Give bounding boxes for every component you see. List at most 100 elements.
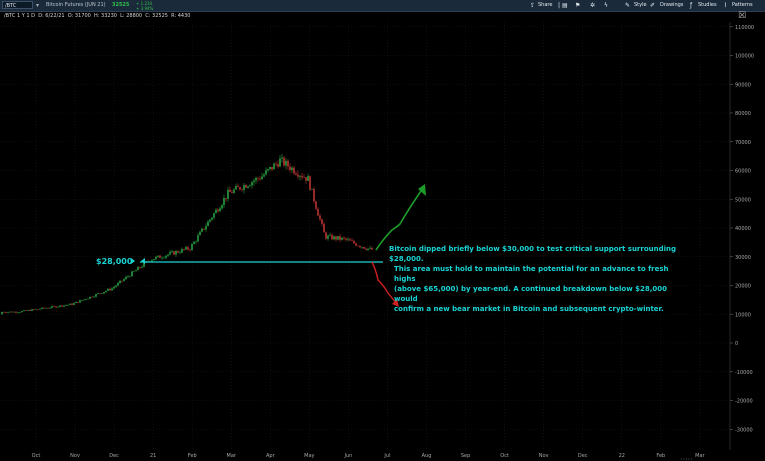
candle-body	[259, 178, 261, 180]
candle-body	[5, 312, 7, 313]
candle-body	[135, 270, 137, 272]
candle-body	[57, 306, 59, 308]
candle-body	[217, 209, 219, 212]
candle-body	[189, 249, 191, 251]
candle-body	[17, 312, 19, 314]
candle-body	[349, 239, 351, 241]
candle-body	[187, 247, 189, 250]
candle-body	[321, 219, 323, 224]
x-tick-label: Dec	[578, 453, 588, 459]
candle-body	[311, 188, 313, 190]
x-tick-label: 22	[619, 453, 625, 459]
candle-body	[299, 175, 301, 177]
x-tick-label: Apr	[266, 453, 276, 459]
candle-body	[353, 240, 355, 244]
candle-body	[13, 311, 15, 313]
candle-body	[151, 260, 153, 262]
candle-body	[287, 160, 289, 167]
candle-body	[253, 180, 255, 183]
candle-body	[233, 189, 235, 193]
candle-body	[67, 304, 69, 306]
annotation-line: (above $65,000) by year-end. A continued…	[394, 285, 668, 303]
candle-body	[223, 198, 225, 206]
candle-body	[303, 177, 305, 178]
x-tick-label: Mar	[227, 453, 237, 459]
candle-body	[333, 236, 335, 240]
candle-body	[7, 312, 9, 313]
candle-body	[267, 169, 269, 171]
candle-body	[53, 306, 55, 307]
candle-body	[177, 251, 179, 253]
candle-body	[203, 228, 205, 230]
candle-body	[27, 310, 29, 311]
candle-body	[369, 247, 371, 249]
candle-body	[207, 221, 209, 227]
candle-body	[91, 296, 93, 298]
candle-body	[265, 170, 267, 175]
candle-body	[263, 174, 265, 177]
candle-body	[85, 299, 87, 300]
candle-body	[229, 189, 231, 192]
y-tick-label: 90000	[735, 82, 751, 88]
candle-body	[175, 251, 177, 255]
candle-body	[61, 305, 63, 307]
candle-body	[269, 166, 271, 170]
x-tick-label: Oct	[32, 453, 41, 459]
candle-body	[93, 296, 95, 298]
candle-body	[1, 311, 3, 315]
candle-body	[43, 307, 45, 309]
candle-body	[291, 167, 293, 171]
candle-body	[123, 279, 125, 281]
candle-body	[285, 160, 287, 166]
candle-body	[107, 288, 109, 291]
candle-body	[133, 271, 135, 272]
candle-body	[185, 247, 187, 250]
candle-body	[111, 288, 113, 291]
x-tick-label: Dec	[109, 453, 119, 459]
candle-body	[97, 293, 99, 295]
candle-body	[9, 311, 11, 313]
candle-body	[329, 234, 331, 236]
candle-body	[95, 294, 97, 297]
candle-body	[225, 198, 227, 199]
candle-body	[73, 303, 75, 305]
candle-body	[181, 249, 183, 253]
support-level-label: $28,000	[96, 257, 133, 266]
candle-body	[241, 189, 243, 190]
candle-body	[359, 245, 361, 248]
candle-body	[307, 176, 309, 181]
candle-body	[361, 247, 363, 248]
candle-body	[255, 177, 257, 181]
candle-body	[195, 241, 197, 242]
candle-body	[167, 254, 169, 256]
candle-body	[201, 228, 203, 232]
candle-body	[325, 232, 327, 239]
candle-body	[129, 276, 131, 277]
bullish-arrow	[375, 187, 424, 251]
candle-body	[79, 300, 81, 303]
candle-body	[171, 251, 173, 253]
candle-body	[11, 311, 13, 313]
candle-body	[63, 305, 65, 307]
x-tick-label: Feb	[188, 453, 197, 459]
candle-body	[29, 310, 31, 311]
candle-body	[141, 266, 143, 268]
price-chart[interactable]: 1100001000009000080000700006000050000400…	[0, 0, 765, 461]
candle-body	[237, 185, 239, 188]
candle-body	[363, 247, 365, 249]
candle-body	[247, 186, 249, 188]
y-tick-label: 70000	[735, 140, 751, 146]
candle-body	[103, 292, 105, 294]
candle-body	[257, 177, 259, 179]
y-axis: 1100001000009000080000700006000050000400…	[729, 22, 754, 450]
x-tick-label: Sep	[461, 453, 470, 459]
candle-body	[357, 245, 359, 247]
candle-body	[315, 201, 317, 209]
candle-body	[183, 249, 185, 250]
candle-body	[109, 288, 111, 291]
candles	[1, 153, 373, 315]
y-tick-label: 110000	[735, 25, 754, 31]
candle-body	[39, 308, 41, 310]
x-tick-label: Jul	[383, 453, 390, 459]
candle-body	[121, 280, 123, 282]
